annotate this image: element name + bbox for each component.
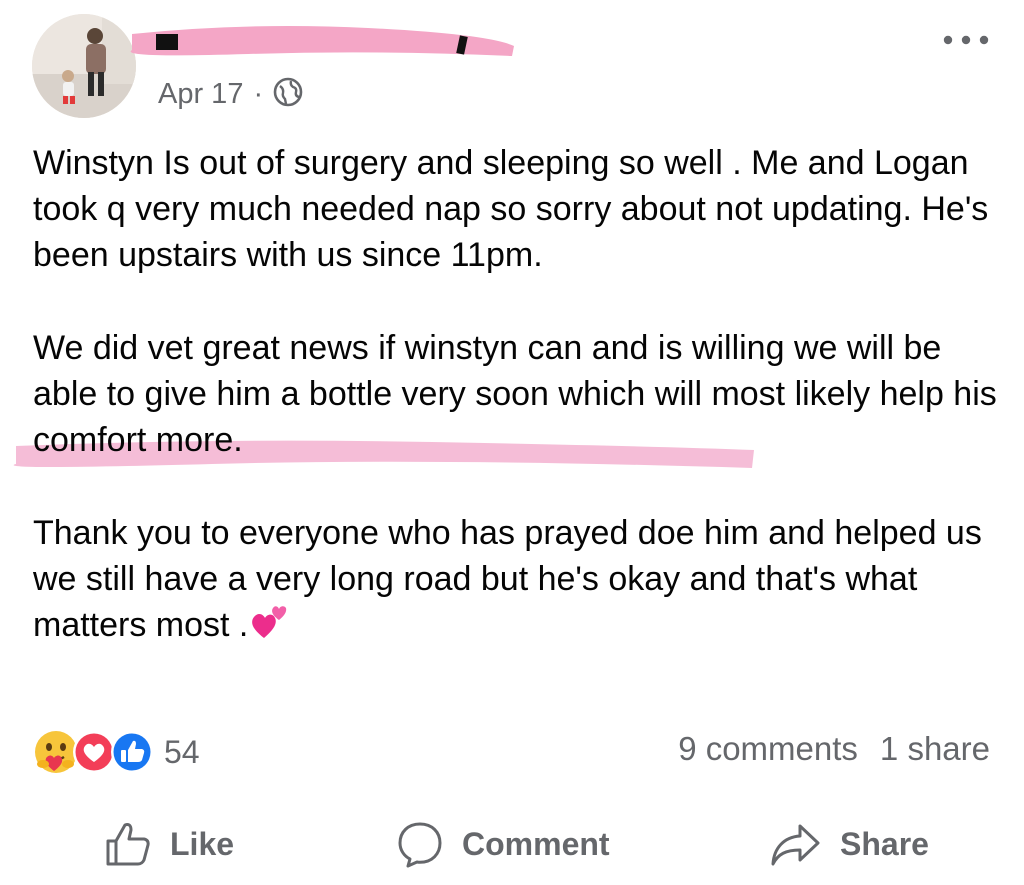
post-paragraph-text: Thank you to everyone who has prayed doe… <box>33 514 982 644</box>
reaction-icons <box>32 727 162 777</box>
share-label: Share <box>840 825 929 862</box>
post-date[interactable]: Apr 17 <box>158 78 243 111</box>
post-meta: Apr 17 · <box>158 74 303 114</box>
avatar[interactable] <box>32 14 136 118</box>
post-header: Apr 17 · <box>0 0 1024 130</box>
share-arrow-icon <box>771 824 820 866</box>
comment-label: Comment <box>462 825 610 862</box>
more-horizontal-icon <box>943 35 989 45</box>
reaction-summary[interactable]: 54 <box>32 727 200 777</box>
comments-count-link[interactable]: 9 comments <box>678 730 858 768</box>
engagement-stats: 9 comments 1 share <box>678 730 990 768</box>
avatar-photo <box>32 14 136 118</box>
post-text: Winstyn Is out of surgery and sleeping s… <box>33 140 1003 654</box>
name-redaction <box>130 26 514 56</box>
shares-count-link[interactable]: 1 share <box>880 730 990 768</box>
post-action-bar: Like Comment Share <box>0 812 1024 876</box>
post-paragraph: We did vet great news if winstyn can and… <box>33 329 997 459</box>
public-globe-icon <box>273 77 303 112</box>
comment-bubble-icon <box>398 822 442 868</box>
two-hearts-emoji-icon <box>250 602 290 654</box>
comment-button[interactable]: Comment <box>396 812 610 876</box>
like-label: Like <box>170 825 235 862</box>
meta-separator: · <box>253 77 264 110</box>
like-reaction-icon <box>111 731 153 773</box>
more-options-button[interactable] <box>936 22 996 52</box>
care-emoji-icon <box>35 731 77 773</box>
love-reaction-icon <box>73 731 115 773</box>
share-button[interactable]: Share <box>770 812 929 876</box>
thumbs-up-icon <box>106 823 150 866</box>
like-button[interactable]: Like <box>104 812 234 876</box>
reaction-count: 54 <box>164 733 200 770</box>
post-paragraph: Thank you to everyone who has prayed doe… <box>33 510 1003 654</box>
post-paragraph: Winstyn Is out of surgery and sleeping s… <box>33 144 989 274</box>
